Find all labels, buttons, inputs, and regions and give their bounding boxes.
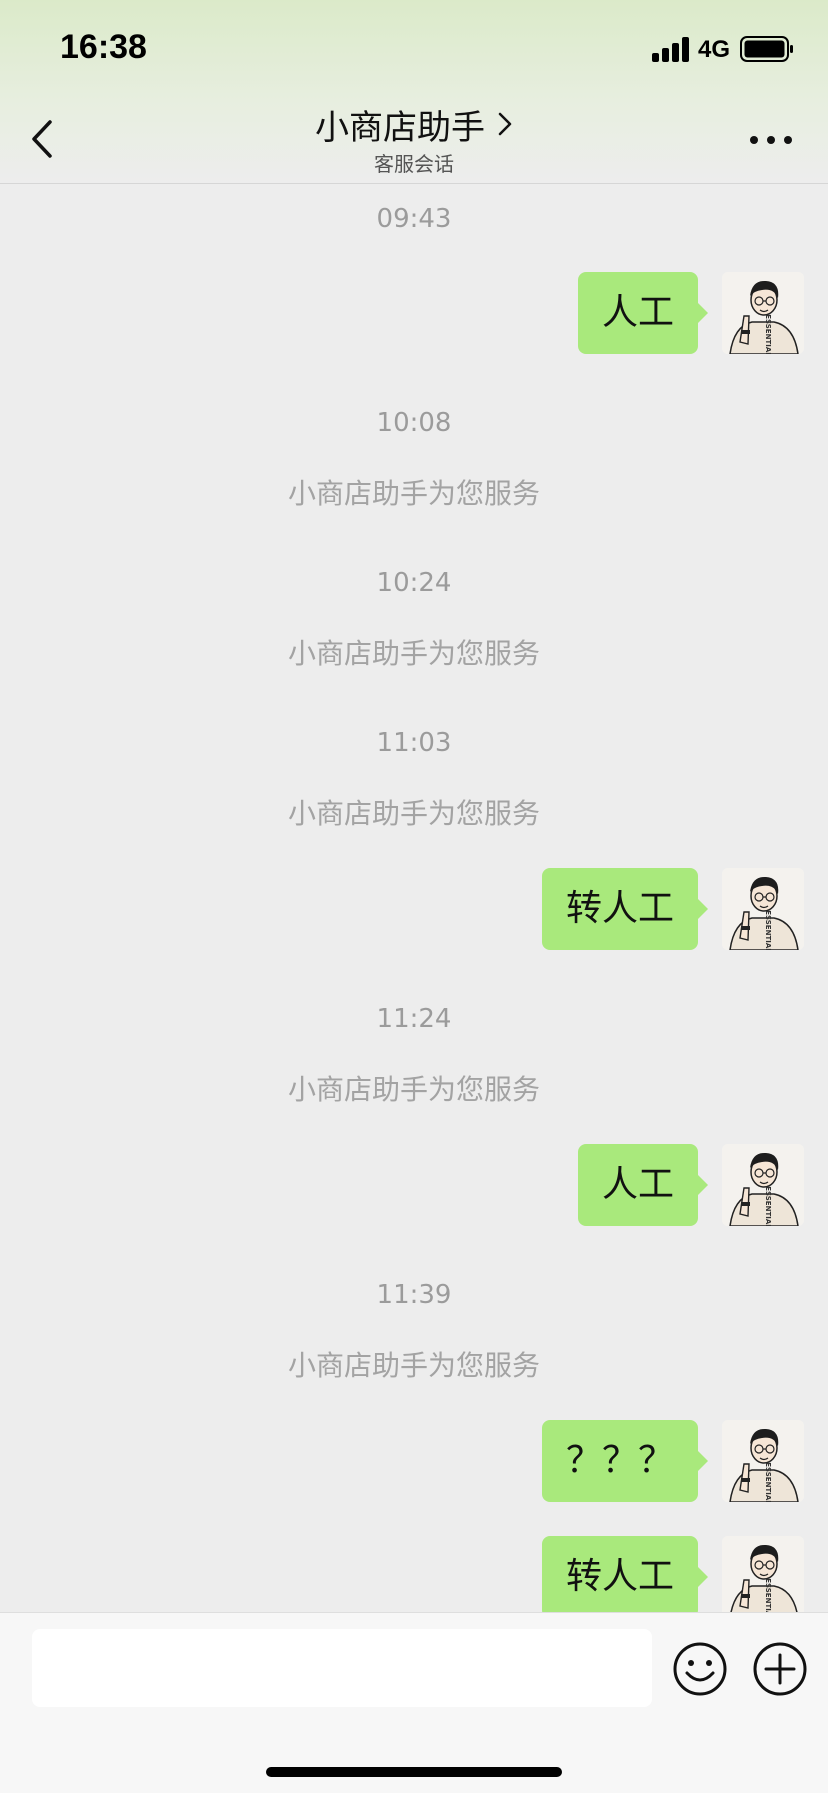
svg-text:ESSENTIALS: ESSENTIALS xyxy=(764,1578,772,1612)
system-notice: 小商店助手为您服务 xyxy=(287,1349,540,1382)
emoji-smile-icon[interactable] xyxy=(672,1641,728,1697)
more-dots-icon[interactable] xyxy=(746,130,796,150)
user-avatar[interactable]: ESSENTIALS xyxy=(722,1420,804,1502)
message-timestamp: 10:08 xyxy=(376,408,452,438)
message-timestamp: 11:03 xyxy=(376,728,452,758)
chat-header: 16:38 4G 小商店助手 客服会话 xyxy=(0,0,828,184)
message-timestamp: 11:24 xyxy=(376,1004,452,1034)
svg-text:ESSENTIALS: ESSENTIALS xyxy=(764,1462,772,1502)
avatar-illustration: ESSENTIALS xyxy=(722,272,804,354)
network-label: 4G xyxy=(698,36,731,63)
chat-title-link[interactable]: 小商店助手 xyxy=(0,100,828,149)
avatar-illustration: ESSENTIALS xyxy=(722,1144,804,1226)
svg-text:ESSENTIALS: ESSENTIALS xyxy=(764,910,772,950)
outgoing-message-bubble[interactable]: 转人工 xyxy=(541,868,709,950)
chat-input-bar xyxy=(0,1612,828,1793)
message-timestamp: 11:39 xyxy=(376,1280,452,1310)
system-notice: 小商店助手为您服务 xyxy=(287,477,540,510)
outgoing-message-bubble[interactable]: 人工 xyxy=(577,1144,709,1226)
plus-circle-icon[interactable] xyxy=(752,1641,808,1697)
chat-subtitle: 客服会话 xyxy=(374,152,454,176)
home-indicator xyxy=(266,1767,562,1777)
message-timestamp: 09:43 xyxy=(376,204,452,234)
status-time: 16:38 xyxy=(60,28,147,66)
chat-title: 小商店助手 xyxy=(315,108,485,148)
signal-icon xyxy=(652,36,692,62)
message-input[interactable] xyxy=(32,1629,652,1707)
avatar-illustration: ESSENTIALS xyxy=(722,1420,804,1502)
svg-text:ESSENTIALS: ESSENTIALS xyxy=(764,314,772,354)
outgoing-message-bubble[interactable]: ？？？ xyxy=(541,1420,709,1502)
chevron-right-icon xyxy=(498,112,512,136)
system-notice: 小商店助手为您服务 xyxy=(287,637,540,670)
user-avatar[interactable]: ESSENTIALS xyxy=(722,272,804,354)
outgoing-message-bubble[interactable]: 人工 xyxy=(577,272,709,354)
system-notice: 小商店助手为您服务 xyxy=(287,1073,540,1106)
message-list[interactable]: 09:43 人工 ESSENTIALS 10:08 小商店助手为您服务 10:2… xyxy=(0,184,828,1612)
user-avatar[interactable]: ESSENTIALS xyxy=(722,1536,804,1612)
svg-text:ESSENTIALS: ESSENTIALS xyxy=(764,1186,772,1226)
avatar-illustration: ESSENTIALS xyxy=(722,1536,804,1612)
battery-icon xyxy=(740,36,793,62)
user-avatar[interactable]: ESSENTIALS xyxy=(722,1144,804,1226)
avatar-illustration: ESSENTIALS xyxy=(722,868,804,950)
user-avatar[interactable]: ESSENTIALS xyxy=(722,868,804,950)
outgoing-message-bubble[interactable]: 转人工 xyxy=(541,1536,709,1612)
message-timestamp: 10:24 xyxy=(376,568,452,598)
system-notice: 小商店助手为您服务 xyxy=(287,797,540,830)
